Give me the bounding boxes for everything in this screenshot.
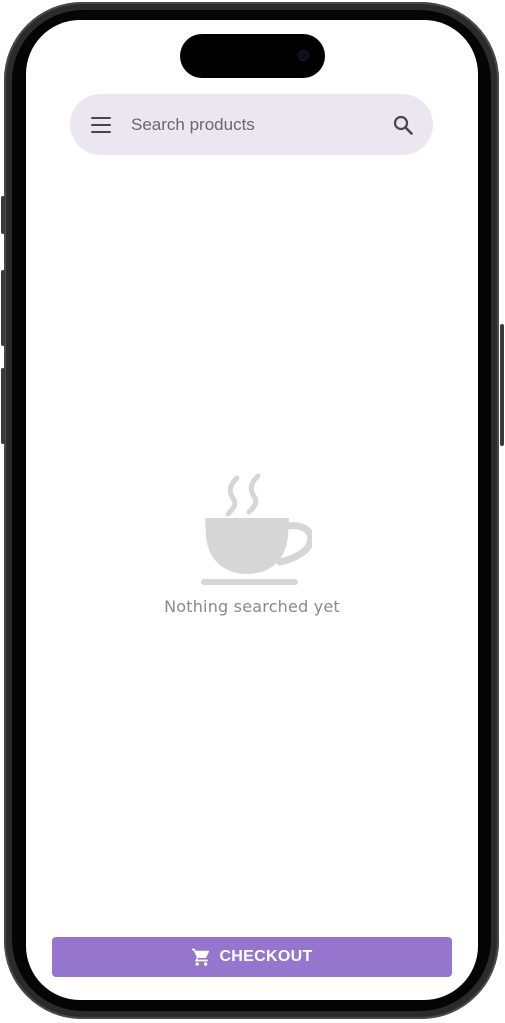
checkout-button[interactable]: CHECKOUT (52, 937, 452, 977)
search-bar[interactable] (70, 94, 433, 155)
checkout-label: CHECKOUT (219, 948, 313, 965)
action-button (1, 196, 5, 234)
menu-icon[interactable] (91, 117, 111, 133)
front-camera (298, 50, 309, 61)
search-icon[interactable] (391, 113, 415, 137)
empty-state-message: Nothing searched yet (164, 597, 340, 616)
power-button (500, 324, 504, 446)
volume-up-button (1, 270, 5, 346)
volume-down-button (1, 368, 5, 444)
dynamic-island (180, 34, 325, 78)
app-screen: Nothing searched yet CHECKOUT (26, 20, 478, 1000)
empty-state: Nothing searched yet (26, 470, 478, 616)
device-mockup: Nothing searched yet CHECKOUT (0, 0, 505, 1023)
coffee-cup-icon (201, 473, 312, 585)
search-input[interactable] (131, 112, 371, 138)
shopping-cart-icon (192, 948, 210, 966)
